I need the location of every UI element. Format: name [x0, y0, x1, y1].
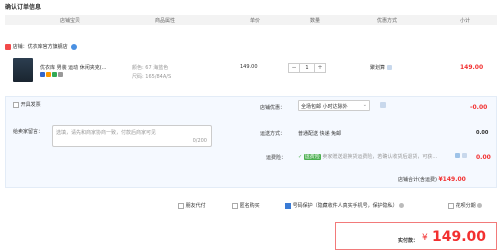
number-protection-label: 号码保护（隐藏收件人真实手机号，保护隐私）: [292, 203, 398, 209]
insurance-tag: 运费险: [303, 154, 321, 160]
store-label: 店铺：: [12, 44, 28, 50]
store-total-label: 店铺合计(含运费): [398, 177, 437, 183]
header-col-qty: 数量: [310, 18, 321, 24]
promo-info-icon[interactable]: [386, 65, 392, 70]
discount-value: 全场包邮 小时达除外: [301, 104, 348, 110]
option-friend-pay[interactable]: 朋友代付: [178, 202, 206, 209]
chevron-down-icon: ⌄: [362, 102, 367, 108]
eco-badge-icon: [52, 72, 57, 77]
store-name[interactable]: 优衣库官方旗舰店: [28, 44, 68, 50]
store-row: 店铺：优衣库官方旗舰店: [5, 43, 78, 50]
product-thumbnail[interactable]: [13, 58, 33, 82]
shipping-label: 运送方式：: [260, 131, 286, 137]
installment-label: 花呗分期: [455, 203, 476, 209]
product-size: 尺码: 165/84A/S: [132, 74, 172, 80]
message-label: 给卖家留言：: [13, 129, 44, 135]
message-placeholder: 选填，请先和商家协商一致，付款后商家可见: [56, 130, 157, 136]
qty-input[interactable]: 1: [300, 63, 314, 73]
discount-flag-icon[interactable]: [380, 102, 386, 108]
anonymous-checkbox[interactable]: [232, 202, 238, 209]
product-title[interactable]: 优衣库 男装 运动 休闲夹克(...: [40, 64, 126, 71]
insurance-icons: [455, 153, 467, 159]
store-total-amount: ¥149.00: [438, 176, 466, 183]
page-title: 确认订单信息: [5, 4, 42, 11]
guarantee-badge-icon: [58, 72, 63, 77]
promo-label: 聚划算: [370, 64, 392, 71]
payment-currency: ¥: [422, 233, 428, 243]
discount-select[interactable]: 全场包邮 小时达除外 ⌄: [298, 100, 370, 111]
store-total-row: 店铺合计(含运费) ¥149.00: [398, 176, 466, 183]
insurance-amount: 0.00: [476, 154, 491, 161]
insurance-label: 运费险：: [266, 155, 287, 161]
invoice-option[interactable]: 开具发票: [13, 101, 41, 108]
friend-pay-label: 朋友代付: [185, 203, 206, 209]
insurance-badge-icon[interactable]: [455, 153, 460, 158]
message-textarea[interactable]: 选填，请先和商家协商一致，付款后商家可见 0/200: [52, 125, 212, 147]
shipping-value: 普通配送 快递 免邮: [298, 131, 342, 137]
info-icon[interactable]: [71, 43, 78, 50]
number-protection-checkbox[interactable]: [285, 202, 291, 209]
promo-badge-icon: [46, 72, 51, 77]
item-subtotal: 149.00: [460, 64, 484, 71]
invoice-checkbox[interactable]: [13, 101, 19, 108]
insurance-check-icon: ✓: [298, 154, 303, 160]
header-col-promo: 优惠方式: [377, 18, 398, 24]
installment-checkbox[interactable]: [448, 202, 454, 209]
tmall-badge-icon: [40, 72, 45, 77]
insurance-text: 卖家赠送退换货运费险，若确认收货后退货，可获...: [322, 154, 438, 160]
payment-label: 实付款：: [398, 238, 419, 244]
order-table-header: 店铺宝贝 商品属性 单价 数量 优惠方式 小计: [5, 15, 497, 25]
header-col-item: 店铺宝贝: [60, 18, 81, 24]
shipping-amount: 0.00: [476, 130, 489, 136]
payment-summary: 实付款： ¥ 149.00: [335, 222, 497, 250]
number-protection-info-icon[interactable]: [399, 203, 405, 208]
store-icon: [5, 43, 11, 50]
option-anonymous[interactable]: 匿名购买: [232, 202, 260, 209]
qty-plus-button[interactable]: +: [314, 63, 326, 73]
invoice-label: 开具发票: [20, 102, 41, 108]
product-color: 颜色: 67 海蓝色: [132, 65, 169, 71]
friend-pay-checkbox[interactable]: [178, 202, 184, 209]
header-col-price: 单价: [250, 18, 261, 24]
header-col-attr: 商品属性: [155, 18, 176, 24]
discount-label: 店铺优惠：: [260, 105, 286, 111]
anonymous-label: 匿名购买: [239, 203, 260, 209]
option-number-protection[interactable]: 号码保护（隐藏收件人真实手机号，保护隐私）: [285, 202, 405, 209]
insurance-row: ✓ 运费险 卖家赠送退换货运费险，若确认收货后退货，可获...: [298, 153, 437, 160]
product-badges: [40, 72, 64, 78]
promo-text: 聚划算: [370, 65, 386, 71]
quantity-stepper: − 1 +: [288, 63, 326, 73]
header-col-subtotal: 小计: [460, 18, 471, 24]
unit-price: 149.00: [240, 64, 258, 70]
qty-minus-button[interactable]: −: [288, 63, 300, 73]
insurance-info-icon[interactable]: [461, 153, 467, 158]
option-installment[interactable]: 花呗分期: [448, 202, 483, 209]
discount-amount: -0.00: [470, 104, 488, 111]
payment-amount: 149.00: [432, 229, 487, 245]
installment-info-icon[interactable]: [477, 203, 483, 208]
message-counter: 0/200: [192, 138, 207, 144]
